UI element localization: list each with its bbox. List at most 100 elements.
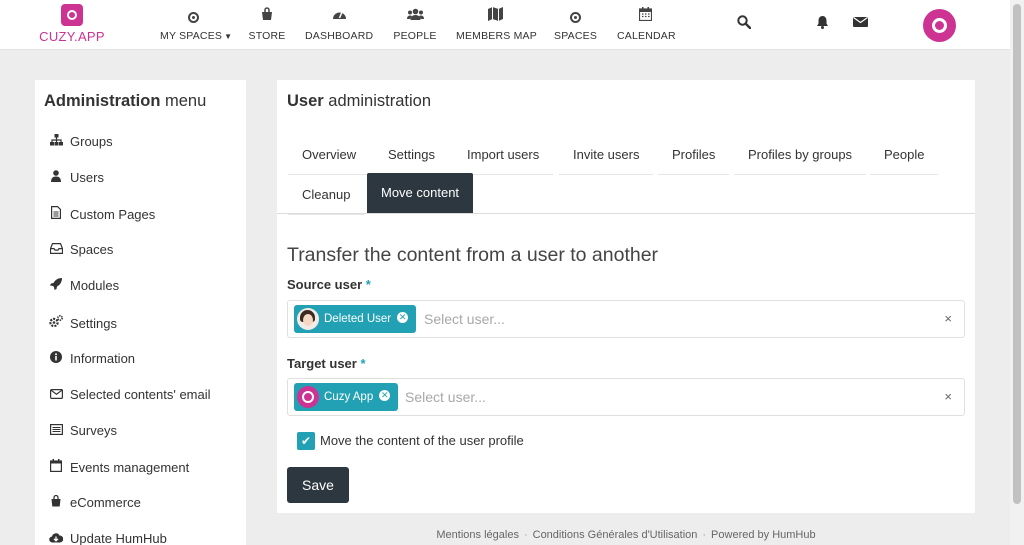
shopping-bag-icon	[47, 494, 65, 510]
sidebar-item-settings[interactable]: Settings	[47, 314, 117, 337]
nav-my-spaces[interactable]: MY SPACES ▼	[160, 7, 232, 45]
clear-icon[interactable]: ×	[944, 311, 952, 326]
page-scrollbar[interactable]	[1010, 0, 1024, 545]
users-icon	[393, 7, 437, 25]
target-user-picker[interactable]: Cuzy App ✕ ×	[287, 378, 965, 416]
nav-label: SPACES	[554, 30, 598, 42]
nav-label: MY SPACES	[160, 30, 223, 42]
sidebar-item-label: Selected contents' email	[70, 387, 211, 402]
logo-text: CUZY.APP	[39, 29, 105, 44]
sidebar-item-update-humhub[interactable]: Update HumHub	[47, 531, 167, 545]
chip-remove-icon[interactable]: ✕	[379, 390, 391, 402]
sidebar-item-surveys[interactable]: Surveys	[47, 423, 117, 445]
sidebar-item-label: Groups	[70, 134, 113, 149]
page-title: User administration	[287, 92, 432, 110]
nav-store[interactable]: STORE	[248, 7, 286, 45]
scrollbar-thumb[interactable]	[1013, 4, 1021, 504]
nav-dashboard[interactable]: DASHBOARD	[305, 7, 373, 45]
sidebar-item-events-management[interactable]: Events management	[47, 459, 189, 481]
source-user-input[interactable]	[424, 309, 724, 329]
user-avatar[interactable]	[923, 9, 956, 42]
tab-settings[interactable]: Settings	[374, 135, 449, 175]
sidebar-item-information[interactable]: Information	[47, 351, 135, 373]
checkmark-icon: ✔	[300, 434, 312, 448]
inbox-icon	[47, 243, 65, 257]
nav-members-map[interactable]: MEMBERS MAP	[456, 7, 537, 45]
cogs-icon	[47, 314, 65, 331]
target-user-chip[interactable]: Cuzy App ✕	[294, 383, 399, 411]
sidebar-title: Administration menu	[44, 92, 207, 110]
sidebar-item-modules[interactable]: Modules	[47, 278, 119, 300]
move-profile-content-checkbox[interactable]: ✔	[297, 432, 315, 450]
logo-gear-icon	[61, 4, 83, 26]
chip-remove-icon[interactable]: ✕	[397, 312, 409, 324]
sidebar-item-groups[interactable]: Groups	[47, 134, 113, 156]
sidebar-item-label: Information	[70, 351, 136, 366]
rocket-icon	[47, 278, 65, 293]
clear-icon[interactable]: ×	[944, 389, 952, 404]
sidebar-item-selected-contents-email[interactable]: Selected contents' email	[47, 387, 211, 409]
sidebar-item-label: Custom Pages	[70, 207, 156, 222]
footer-link-terms[interactable]: Conditions Générales d'Utilisation	[533, 529, 698, 541]
calendar-icon	[47, 459, 65, 475]
tab-move-content[interactable]: Move content	[367, 173, 474, 213]
nav-label: STORE	[248, 30, 286, 42]
tabs-divider	[277, 213, 975, 214]
tab-profiles-by-groups[interactable]: Profiles by groups	[734, 135, 867, 175]
footer-link-powered-by[interactable]: Powered by HumHub	[711, 529, 816, 541]
footer-link-legal[interactable]: Mentions légales	[436, 529, 519, 541]
save-button[interactable]: Save	[287, 467, 349, 503]
sidebar-item-label: Settings	[70, 316, 117, 331]
source-user-chip[interactable]: Deleted User ✕	[294, 305, 417, 333]
target-user-label: Target user *	[287, 356, 366, 371]
nav-label: MEMBERS MAP	[456, 30, 537, 42]
nav-label: PEOPLE	[393, 30, 437, 42]
nav-people[interactable]: PEOPLE	[393, 7, 437, 45]
list-icon	[47, 424, 65, 438]
search-icon[interactable]	[734, 15, 754, 35]
tab-cleanup[interactable]: Cleanup	[288, 175, 365, 215]
tab-people[interactable]: People	[870, 135, 938, 175]
sidebar-item-label: Surveys	[70, 423, 117, 438]
tab-overview[interactable]: Overview	[288, 135, 371, 175]
sidebar-item-custom-pages[interactable]: Custom Pages	[47, 206, 155, 228]
source-user-picker[interactable]: Deleted User ✕ ×	[287, 300, 965, 338]
sidebar-item-label: Spaces	[70, 242, 114, 257]
sidebar-item-label: Modules	[70, 278, 120, 293]
brand-logo[interactable]: CUZY.APP	[34, 4, 110, 48]
sidebar-item-label: eCommerce	[70, 495, 141, 510]
tab-import-users[interactable]: Import users	[453, 135, 554, 175]
bell-icon[interactable]	[812, 15, 832, 35]
cloud-download-icon	[47, 532, 65, 545]
sidebar-item-ecommerce[interactable]: eCommerce	[47, 494, 141, 517]
sidebar-item-users[interactable]: Users	[47, 170, 104, 192]
user-administration-panel: User administration Overview Settings Im…	[277, 80, 975, 513]
caret-down-icon: ▼	[224, 32, 233, 41]
nav-spaces[interactable]: SPACES	[554, 7, 598, 45]
calendar-icon	[617, 7, 673, 25]
tab-invite-users[interactable]: Invite users	[559, 135, 654, 175]
sidebar-item-spaces[interactable]: Spaces	[47, 242, 113, 264]
chip-label: Cuzy App	[324, 391, 374, 403]
footer: Mentions légales · Conditions Générales d'…	[436, 529, 816, 541]
sitemap-icon	[47, 134, 65, 149]
cuzy-app-avatar	[297, 386, 319, 408]
map-icon	[456, 7, 534, 25]
nav-label: DASHBOARD	[305, 30, 374, 42]
source-user-label: Source user *	[287, 277, 371, 292]
envelope-icon[interactable]	[850, 15, 870, 35]
user-icon	[47, 170, 65, 185]
target-icon	[160, 7, 226, 25]
admin-sidebar: Administration menu Groups Users Custom …	[35, 80, 246, 545]
section-title: Transfer the content from a user to anot…	[287, 244, 659, 266]
info-circle-icon	[47, 351, 65, 366]
chip-label: Deleted User	[324, 313, 392, 325]
target-user-input[interactable]	[405, 387, 705, 407]
tachometer-icon	[305, 7, 373, 25]
nav-calendar[interactable]: CALENDAR	[617, 7, 676, 45]
deleted-user-avatar	[297, 308, 319, 330]
sidebar-item-label: Update HumHub	[70, 531, 167, 545]
tab-profiles[interactable]: Profiles	[658, 135, 730, 175]
sidebar-item-label: Events management	[70, 460, 190, 475]
checkbox-label: Move the content of the user profile	[320, 433, 524, 448]
